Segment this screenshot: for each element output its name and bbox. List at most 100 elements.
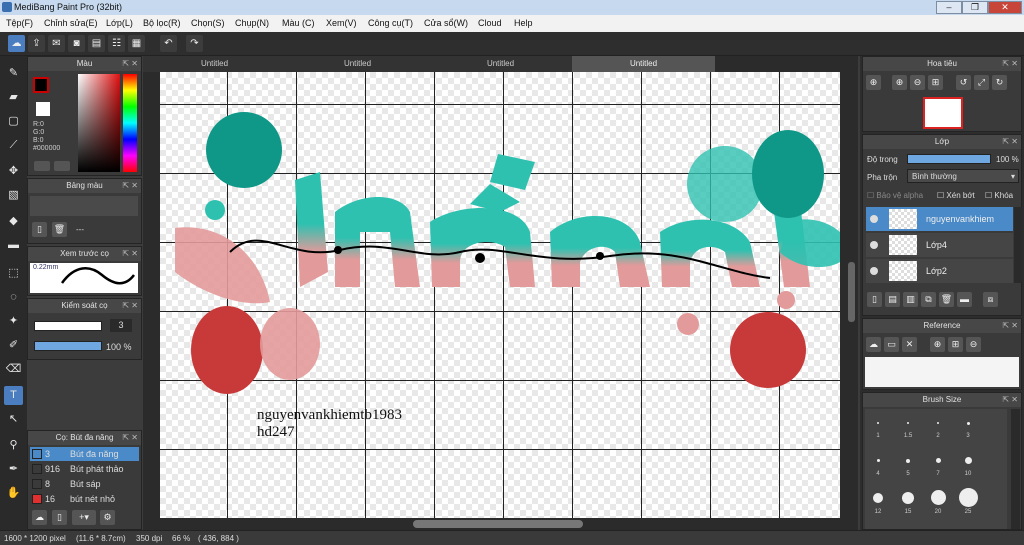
brush-size-dot[interactable] — [902, 492, 914, 504]
document-tab-active[interactable]: Untitled — [572, 56, 715, 72]
menu-filter[interactable]: Bộ lọc(R) — [143, 18, 181, 28]
menu-color[interactable]: Màu (C) — [282, 18, 315, 28]
layer-row[interactable]: nguyenvankhiem — [866, 207, 1013, 231]
layer-row[interactable]: Lớp2 — [866, 259, 1013, 283]
delete-layer-icon[interactable]: 🗑 — [939, 292, 954, 307]
hue-slider[interactable] — [123, 74, 137, 172]
new-halftone-layer-icon[interactable]: ▤ — [885, 292, 900, 307]
menu-file[interactable]: Tệp(F) — [6, 18, 33, 28]
chat-icon[interactable]: ◙ — [68, 35, 85, 52]
horizontal-scrollbar[interactable] — [143, 518, 846, 530]
close-icon[interactable]: ✕ — [902, 337, 917, 352]
brush-opacity-slider[interactable] — [34, 341, 102, 351]
brush-item[interactable]: 3 Bút đa năng — [30, 447, 139, 461]
bucket-tool-icon[interactable]: ◆ — [4, 212, 23, 231]
grid-icon[interactable]: ▦ — [128, 35, 145, 52]
palette-swatches[interactable] — [30, 196, 138, 216]
rectangle-tool-icon[interactable]: ▢ — [4, 112, 23, 131]
brush-item[interactable]: 16 bút nét nhỏ — [30, 492, 139, 506]
document-icon[interactable]: ▤ — [88, 35, 105, 52]
merge-layer-icon[interactable]: ⧈ — [983, 292, 998, 307]
color-swap-icon[interactable] — [54, 161, 70, 171]
brush-item[interactable]: 8 Bút sáp — [30, 477, 139, 491]
panel-controls-icon[interactable]: ⇱ ✕ — [122, 431, 138, 445]
menu-window[interactable]: Cửa sổ(W) — [424, 18, 468, 28]
delete-palette-icon[interactable]: 🗑 — [52, 222, 67, 237]
fill-tool-icon[interactable]: ▧ — [4, 186, 23, 205]
minimize-button[interactable]: – — [936, 1, 962, 14]
panel-controls-icon[interactable]: ⇱ ✕ — [1002, 319, 1018, 333]
panel-controls-icon[interactable]: ⇱ ✕ — [122, 57, 138, 71]
menu-cloud[interactable]: Cloud — [478, 18, 502, 28]
undo-icon[interactable]: ↶ — [160, 35, 177, 52]
layer-scrollbar[interactable] — [1014, 207, 1022, 283]
eye-icon[interactable] — [870, 241, 878, 249]
brush-size-dot[interactable] — [967, 422, 970, 425]
brush-size-grid[interactable]: 1 1.5 2 3 4 5 7 10 12 15 20 25 — [865, 409, 1007, 529]
redo-icon[interactable]: ↷ — [186, 35, 203, 52]
brush-size-dot[interactable] — [965, 457, 972, 464]
close-button[interactable]: ✕ — [988, 1, 1022, 14]
select-rect-tool-icon[interactable]: ⬚ — [4, 264, 23, 283]
new-layer-icon[interactable]: ▯ — [867, 292, 882, 307]
folder-icon[interactable]: ▬ — [957, 292, 972, 307]
brush-size-dot[interactable] — [936, 458, 941, 463]
horizontal-scroll-thumb[interactable] — [413, 520, 583, 528]
gradient-tool-icon[interactable]: ▬ — [4, 236, 23, 255]
navigator-thumbnail[interactable] — [923, 97, 963, 129]
menu-view[interactable]: Xem(V) — [326, 18, 357, 28]
rotate-left-icon[interactable]: ↺ — [956, 75, 971, 90]
magic-wand-tool-icon[interactable]: ✦ — [4, 312, 23, 331]
menu-edit[interactable]: Chỉnh sửa(E) — [44, 18, 98, 28]
rotate-right-icon[interactable]: ↻ — [992, 75, 1007, 90]
brush-size-dot[interactable] — [873, 493, 883, 503]
new-palette-icon[interactable]: ▯ — [32, 222, 47, 237]
new-8bit-layer-icon[interactable]: ▥ — [903, 292, 918, 307]
brush-item[interactable]: 916 Bút phát thảo — [30, 462, 139, 476]
protect-alpha-checkbox[interactable]: ☐ Bảo vệ alpha — [867, 191, 923, 200]
comment-icon[interactable]: ✉ — [48, 35, 65, 52]
brush-add-icon[interactable]: +▾ — [72, 510, 96, 525]
brush-new-icon[interactable]: ▯ — [52, 510, 67, 525]
layer-row[interactable]: Lớp4 — [866, 233, 1013, 257]
brush-settings-icon[interactable]: ⚙ — [100, 510, 115, 525]
menu-layer[interactable]: Lớp(L) — [106, 18, 133, 28]
canvas-paper[interactable]: nguyenvankhiemtb1983 hd247 — [160, 72, 840, 518]
vertical-scroll-thumb[interactable] — [848, 262, 855, 322]
brush-size-dot[interactable] — [877, 459, 880, 462]
duplicate-layer-icon[interactable]: ⧉ — [921, 292, 936, 307]
panel-controls-icon[interactable]: ⇱ ✕ — [122, 247, 138, 261]
zoom-out-icon[interactable]: ⊖ — [910, 75, 925, 90]
document-tab[interactable]: Untitled — [143, 56, 286, 72]
background-color-swatch[interactable] — [36, 102, 50, 116]
panel-controls-icon[interactable]: ⇱ ✕ — [122, 179, 138, 193]
layer-opacity-slider[interactable] — [907, 154, 991, 164]
lasso-tool-icon[interactable]: ◌ — [4, 288, 23, 307]
zoom-in-2-icon[interactable]: ⊕ — [892, 75, 907, 90]
zoom-in-icon[interactable]: ⊕ — [866, 75, 881, 90]
dropper-tool-icon[interactable]: ✒ — [4, 460, 23, 479]
eye-icon[interactable] — [870, 215, 878, 223]
select-eraser-tool-icon[interactable]: ⌫ — [4, 360, 23, 379]
zoom-out-icon[interactable]: ⊖ — [966, 337, 981, 352]
cloud-icon[interactable]: ☁ — [866, 337, 881, 352]
brush-size-dot[interactable] — [907, 422, 909, 424]
fit-icon[interactable]: ⊞ — [948, 337, 963, 352]
eyedropper-tool-icon[interactable]: ⚲ — [4, 436, 23, 455]
text-tool-icon[interactable]: T — [4, 386, 23, 405]
document-tab[interactable]: Untitled — [286, 56, 429, 72]
share-icon[interactable]: ⇪ — [28, 35, 45, 52]
select-pen-tool-icon[interactable]: ✐ — [4, 336, 23, 355]
brush-size-dot[interactable] — [906, 459, 910, 463]
zoom-in-icon[interactable]: ⊕ — [930, 337, 945, 352]
brush-size-dot[interactable] — [931, 490, 946, 505]
vertical-scrollbar[interactable] — [846, 72, 857, 518]
brush-cloud-icon[interactable]: ☁ — [32, 510, 47, 525]
foreground-color-swatch[interactable] — [33, 77, 49, 93]
fit-icon[interactable]: ⊞ — [928, 75, 943, 90]
menu-tools[interactable]: Công cụ(T) — [368, 18, 413, 28]
list-icon[interactable]: ☷ — [108, 35, 125, 52]
brush-size-dot[interactable] — [877, 422, 879, 424]
eraser-tool-icon[interactable]: ▰ — [4, 88, 23, 107]
color-add-icon[interactable] — [34, 161, 50, 171]
